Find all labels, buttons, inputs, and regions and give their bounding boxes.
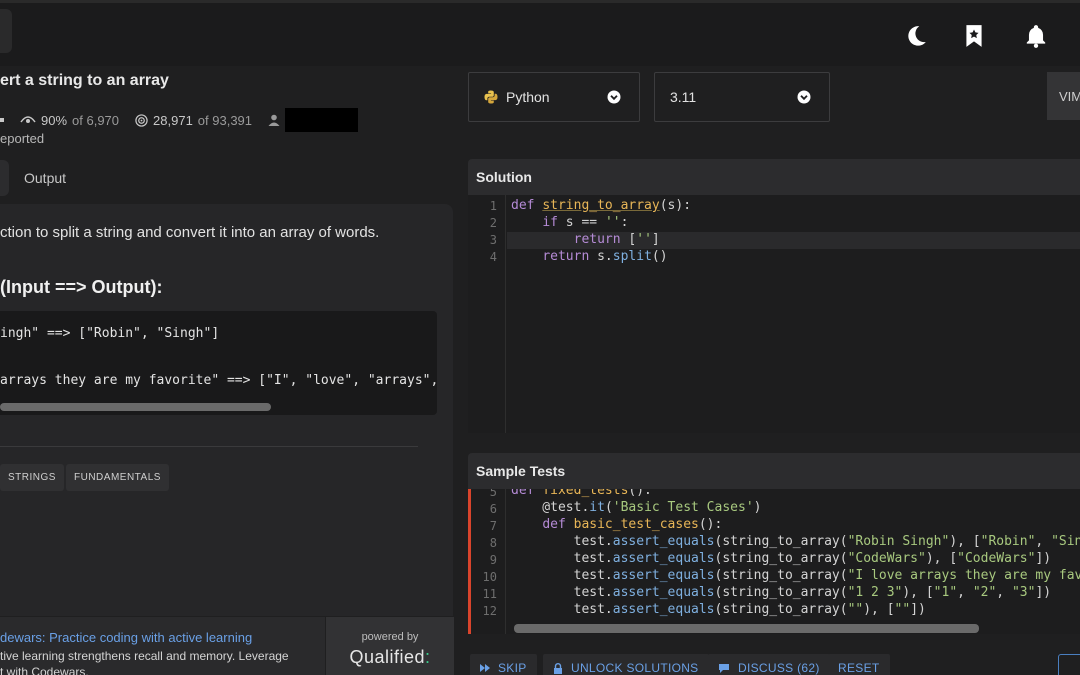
tab-output[interactable]: Output <box>24 170 66 186</box>
example-line-2: arrays they are my favorite" ==> ["I", "… <box>0 373 437 388</box>
code-line: def string_to_array(s): <box>511 198 692 213</box>
example-line-1: ingh" ==> ["Robin", "Singh"] <box>0 326 220 341</box>
kata-description-panel: ert a string to an array 90% of 6,970 28… <box>0 66 454 675</box>
language-value: Python <box>506 89 550 105</box>
vim-mode-button[interactable]: VIM <box>1047 72 1080 120</box>
code-line: @test.it('Basic Test Cases') <box>511 500 762 515</box>
solution-header: Solution <box>468 159 1080 195</box>
divider <box>0 446 418 447</box>
lock-icon <box>554 662 562 674</box>
kata-stats: 90% of 6,970 28,971 of 93,391 <box>0 108 368 132</box>
menu-button-stub[interactable] <box>0 9 12 53</box>
description-body: ction to split a string and convert it i… <box>0 204 453 616</box>
top-bar <box>0 0 1080 66</box>
code-line: test.assert_equals(string_to_array("Code… <box>511 551 1052 566</box>
version-value: 3.11 <box>670 89 697 105</box>
reset-button[interactable]: RESET <box>828 654 890 675</box>
tab-description[interactable] <box>0 160 9 196</box>
sponsor-ad[interactable]: dewars: Practice coding with active lear… <box>0 617 325 675</box>
eye-icon <box>20 116 36 123</box>
ad-body: tive learning strengthens recall and mem… <box>0 649 289 675</box>
tag-strings[interactable]: STRINGS <box>0 464 64 491</box>
tag-fundamentals[interactable]: FUNDAMENTALS <box>66 464 169 491</box>
stat-dot <box>0 118 4 122</box>
language-select[interactable]: Python <box>468 72 640 122</box>
comments-icon <box>719 663 729 673</box>
code-line: def basic_test_cases(): <box>542 517 723 532</box>
python-icon <box>484 90 498 104</box>
qualified-logo-box[interactable]: powered by Qualified: <box>326 617 454 675</box>
author-stat <box>268 108 359 132</box>
line-gutter: 1 2 3 4 <box>468 195 506 433</box>
attempt-button-stub[interactable] <box>1058 654 1080 675</box>
code-line: test.assert_equals(string_to_array("Robi… <box>511 534 1080 549</box>
code-block-scrollbar[interactable] <box>0 403 271 411</box>
skip-button[interactable]: SKIP <box>470 654 537 675</box>
tests-editor[interactable]: 5 6 7 8 9 10 11 12 def fixed_tests(): @t… <box>468 489 1080 634</box>
bookmark-star-icon[interactable] <box>961 23 987 49</box>
code-line: test.assert_equals(string_to_array(""), … <box>511 602 926 617</box>
version-select[interactable]: 3.11 <box>654 72 830 122</box>
code-line: test.assert_equals(string_to_array("I lo… <box>511 568 1080 583</box>
code-line: return [''] <box>573 232 660 247</box>
code-line: return s.split() <box>542 249 668 264</box>
moon-icon[interactable] <box>903 23 929 49</box>
tests-horizontal-scrollbar[interactable] <box>514 624 979 633</box>
examples-code-block: ingh" ==> ["Robin", "Singh"] arrays they… <box>0 311 437 415</box>
examples-heading: (Input ==> Output): <box>0 277 163 297</box>
ad-title[interactable]: dewars: Practice coding with active lear… <box>0 630 252 645</box>
completions-stat: 28,971 of 93,391 <box>135 113 252 128</box>
user-icon <box>268 114 280 126</box>
description-text: ction to split a string and convert it i… <box>0 224 380 241</box>
target-icon <box>135 113 148 127</box>
powered-by-label: powered by <box>361 631 419 643</box>
redacted-author <box>285 108 359 132</box>
kata-title: ert a string to an array <box>0 72 169 89</box>
unlock-solutions-button[interactable]: UNLOCK SOLUTIONS <box>543 654 709 675</box>
qualified-logo: Qualified: <box>349 647 431 667</box>
satisfaction-stat: 90% of 6,970 <box>20 113 119 128</box>
line-gutter: 5 6 7 8 9 10 11 12 <box>468 489 506 634</box>
chevron-down-icon <box>797 90 811 104</box>
code-line: test.assert_equals(string_to_array("1 2 … <box>511 585 1052 600</box>
issues-reported[interactable]: eported <box>0 131 44 146</box>
sample-tests-header: Sample Tests <box>468 453 1080 489</box>
bell-icon[interactable] <box>1023 23 1049 49</box>
chevron-down-icon <box>607 90 621 104</box>
code-line: if s == '': <box>542 215 629 230</box>
code-line: def fixed_tests(): <box>511 489 652 498</box>
solution-editor[interactable]: 1 2 3 4 def string_to_array(s): if s == … <box>468 195 1080 433</box>
fast-forward-icon <box>480 664 490 672</box>
discuss-button[interactable]: DISCUSS (62) <box>708 654 830 675</box>
